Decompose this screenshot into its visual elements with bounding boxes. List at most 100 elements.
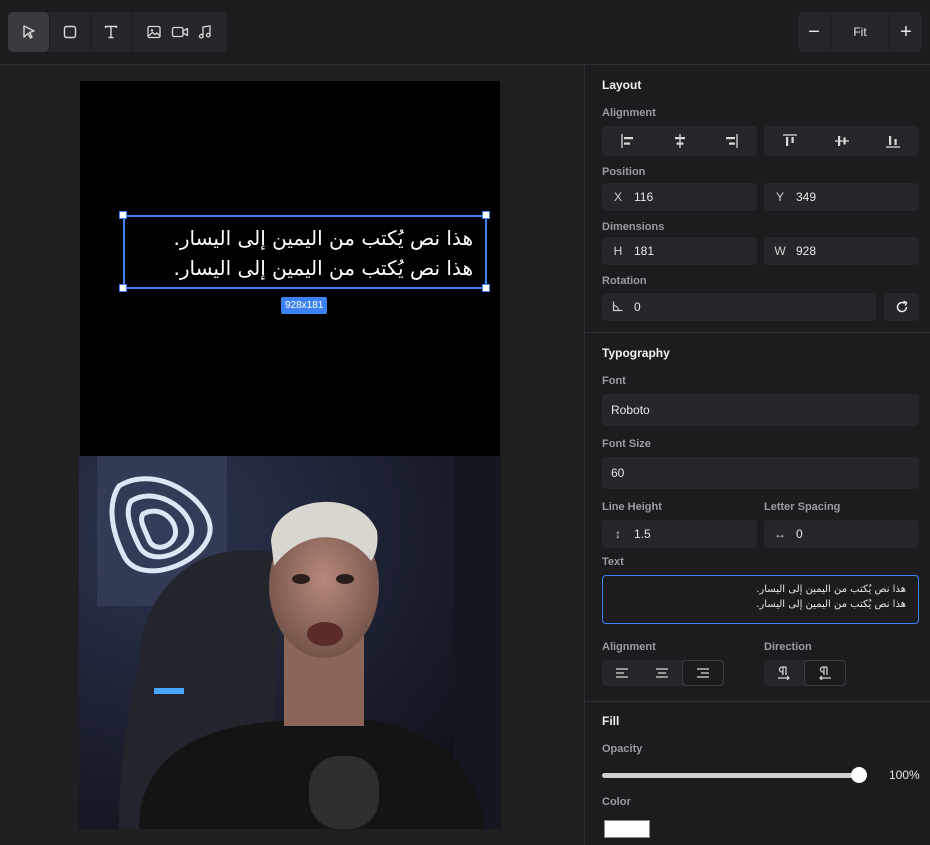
video-tool-button[interactable]	[171, 24, 189, 40]
position-label: Position	[602, 166, 646, 178]
align-center-vertical-icon	[834, 136, 849, 146]
align-bottom-icon	[886, 136, 901, 148]
align-left-icon	[621, 134, 633, 148]
section-divider	[585, 332, 930, 333]
textarea-line-2: هذا نص يُكتب من اليمين إلى اليسار.	[756, 599, 906, 610]
image-icon	[147, 25, 161, 39]
text-icon	[104, 25, 118, 39]
letter-spacing-icon: ↔	[774, 527, 786, 541]
w-value: 928	[796, 244, 817, 258]
fill-section-title: Fill	[602, 714, 620, 728]
line-height-label: Line Height	[602, 501, 662, 513]
editor-app: − Fit + هذا نص يُكتب من اليمين إلى اليسا…	[0, 0, 930, 845]
align-top-button[interactable]	[764, 126, 816, 156]
text-align-left-icon	[616, 668, 628, 678]
text-line-2: هذا نص يُكتب من اليمين إلى اليسار.	[173, 256, 473, 280]
direction-rtl-button[interactable]	[804, 660, 846, 686]
fill-color-swatch[interactable]	[604, 820, 650, 838]
text-alignment-group	[602, 660, 724, 686]
line-height-field[interactable]: ↕ 1.5	[602, 520, 757, 548]
rotate-icon	[896, 300, 908, 313]
opacity-slider-thumb[interactable]	[851, 767, 867, 783]
height-field[interactable]: H 181	[602, 237, 757, 265]
align-top-icon	[782, 134, 797, 146]
size-badge: 928x181	[281, 297, 328, 314]
layout-section-title: Layout	[602, 78, 642, 92]
zoom-out-button[interactable]: −	[798, 12, 830, 52]
selected-text-element[interactable]: هذا نص يُكتب من اليمين إلى اليسار. هذا ن…	[123, 215, 487, 289]
align-right-button[interactable]	[705, 126, 757, 156]
music-note-icon	[198, 25, 211, 39]
align-center-h-button[interactable]	[654, 126, 706, 156]
letter-spacing-label: Letter Spacing	[764, 501, 841, 513]
align-right-icon	[726, 134, 738, 148]
text-align-left-button[interactable]	[602, 660, 642, 686]
text-align-center-button[interactable]	[642, 660, 682, 686]
align-middle-button[interactable]	[816, 126, 868, 156]
text-align-right-button[interactable]	[682, 660, 724, 686]
position-y-field[interactable]: Y 349	[764, 183, 919, 211]
text-tool-button[interactable]	[90, 12, 131, 52]
rotation-field[interactable]: 0	[602, 293, 876, 321]
alignment-label: Alignment	[602, 107, 656, 119]
h-prefix: H	[613, 244, 623, 258]
y-value: 349	[796, 190, 817, 204]
opacity-slider-track[interactable]	[602, 773, 859, 778]
horizontal-align-group	[602, 126, 757, 156]
audio-tool-button[interactable]	[197, 24, 213, 40]
rtl-paragraph-icon	[819, 666, 831, 680]
properties-panel: Layout Alignment Position X 116 Y 349 Di…	[584, 65, 930, 845]
font-size-input[interactable]: 60	[602, 457, 919, 489]
resize-handle-top-right[interactable]	[482, 211, 490, 219]
opacity-value: 100%	[889, 768, 920, 782]
rotation-value: 0	[634, 300, 641, 314]
zoom-in-button[interactable]: +	[890, 12, 922, 52]
resize-handle-bottom-right[interactable]	[482, 284, 490, 292]
x-prefix: X	[613, 190, 622, 204]
tool-group	[8, 12, 227, 52]
reset-rotation-button[interactable]	[884, 293, 919, 321]
text-input-area[interactable]: هذا نص يُكتب من اليمين إلى اليسار. هذا ن…	[602, 575, 919, 624]
textarea-line-1: هذا نص يُكتب من اليمين إلى اليسار.	[756, 584, 906, 595]
font-select[interactable]: Roboto	[602, 394, 919, 426]
opacity-label: Opacity	[602, 743, 643, 755]
vertical-align-group	[764, 126, 919, 156]
font-value: Roboto	[611, 403, 650, 417]
color-label: Color	[602, 796, 631, 808]
top-toolbar: − Fit +	[0, 0, 930, 65]
video-layer[interactable]	[79, 456, 501, 829]
resize-handle-bottom-left[interactable]	[119, 284, 127, 292]
position-x-field[interactable]: X 116	[602, 183, 757, 211]
rectangle-tool-button[interactable]	[49, 12, 90, 52]
direction-label: Direction	[764, 641, 812, 653]
dimensions-label: Dimensions	[602, 221, 665, 233]
direction-ltr-button[interactable]	[764, 660, 804, 686]
zoom-fit-button[interactable]: Fit	[830, 12, 890, 52]
h-value: 181	[634, 244, 655, 258]
line-height-value: 1.5	[634, 527, 651, 541]
text-line-1: هذا نص يُكتب من اليمين إلى اليسار.	[173, 226, 473, 250]
text-label: Text	[602, 556, 624, 568]
angle-icon	[602, 300, 634, 315]
align-bottom-button[interactable]	[867, 126, 919, 156]
font-size-value: 60	[611, 466, 625, 480]
text-lines: هذا نص يُكتب من اليمين إلى اليسار. هذا ن…	[125, 217, 485, 283]
x-value: 116	[634, 190, 654, 204]
resize-handle-top-left[interactable]	[119, 211, 127, 219]
typography-section-title: Typography	[602, 346, 670, 360]
canvas-area: هذا نص يُكتب من اليمين إلى اليسار. هذا ن…	[0, 65, 584, 845]
cursor-icon	[22, 25, 35, 39]
square-icon	[63, 25, 77, 39]
image-tool-button[interactable]	[146, 24, 162, 40]
ltr-paragraph-icon	[778, 666, 790, 680]
rotation-label: Rotation	[602, 275, 647, 287]
select-tool-button[interactable]	[8, 12, 49, 52]
section-divider	[585, 701, 930, 702]
align-left-button[interactable]	[602, 126, 654, 156]
text-align-right-icon	[697, 668, 709, 678]
line-height-icon: ↕	[615, 527, 621, 541]
letter-spacing-value: 0	[796, 527, 803, 541]
width-field[interactable]: W 928	[764, 237, 919, 265]
letter-spacing-field[interactable]: ↔ 0	[764, 520, 919, 548]
text-align-center-icon	[656, 668, 668, 678]
